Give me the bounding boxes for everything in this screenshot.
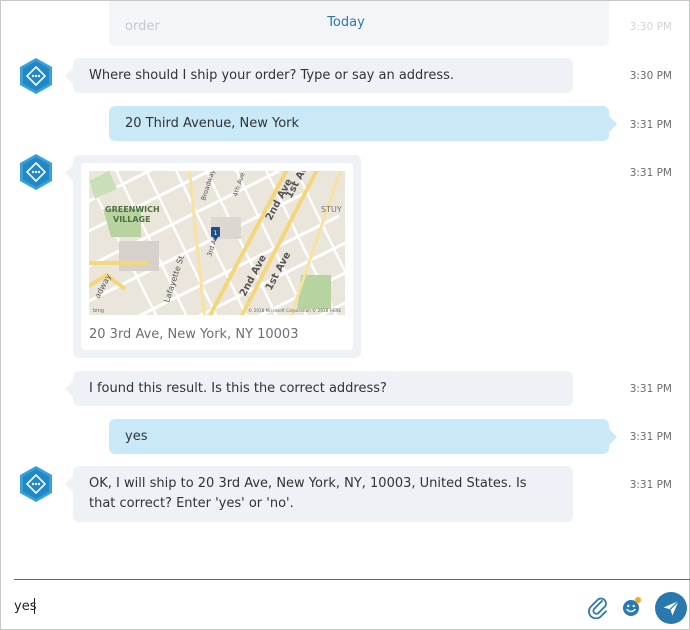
chat-window: order Today 3:30 PM Where should I ship … <box>0 0 690 630</box>
map-label: GREENWICH <box>105 205 160 214</box>
user-message: yes <box>109 419 617 454</box>
location-card[interactable]: GREENWICH VILLAGE STUY 2nd Ave 1st Ave 2… <box>81 163 353 350</box>
map-label: STUY <box>321 205 342 214</box>
bing-logo: bing <box>93 308 104 314</box>
card-title: 20 3rd Ave, New York, NY 10003 <box>89 327 299 342</box>
message-timestamp: 3:31 PM <box>629 167 672 179</box>
message-timestamp: 3:31 PM <box>629 119 672 131</box>
message-timestamp: 3:31 PM <box>629 431 672 443</box>
bot-avatar-icon <box>17 465 55 503</box>
bot-message: I found this result. Is this the correct… <box>65 371 573 406</box>
text-caret <box>34 598 35 614</box>
date-divider: Today <box>327 15 365 30</box>
emoji-icon[interactable] <box>621 596 643 618</box>
message-text: yes <box>125 429 148 444</box>
message-text: 20 Third Avenue, New York <box>125 116 300 131</box>
map-label: VILLAGE <box>113 215 151 224</box>
bot-message: Where should I ship your order? Type or … <box>65 58 573 93</box>
message-timestamp: 3:30 PM <box>629 70 672 82</box>
map-image[interactable]: GREENWICH VILLAGE STUY 2nd Ave 1st Ave 2… <box>89 171 345 315</box>
message-input[interactable] <box>14 595 574 617</box>
ghost-timestamp: 3:30 PM <box>629 21 672 33</box>
bot-message: OK, I will ship to 20 3rd Ave, New York,… <box>65 466 573 522</box>
svg-text:1: 1 <box>214 230 218 237</box>
message-text: Where should I ship your order? Type or … <box>89 68 455 83</box>
bot-avatar-icon <box>17 153 55 191</box>
bot-avatar-icon <box>17 57 55 95</box>
send-icon[interactable] <box>655 592 687 624</box>
user-message: 20 Third Avenue, New York <box>109 106 617 141</box>
bot-card-message: GREENWICH VILLAGE STUY 2nd Ave 1st Ave 2… <box>65 155 361 358</box>
message-timestamp: 3:31 PM <box>629 383 672 395</box>
message-timestamp: 3:31 PM <box>629 479 672 491</box>
message-text: I found this result. Is this the correct… <box>89 381 387 396</box>
message-text: OK, I will ship to 20 3rd Ave, New York,… <box>89 476 527 511</box>
composer-divider <box>14 579 690 580</box>
paperclip-icon[interactable] <box>587 595 609 620</box>
map-copyright: © 2018 Microsoft Corporation © 2018 HERE <box>248 308 341 313</box>
